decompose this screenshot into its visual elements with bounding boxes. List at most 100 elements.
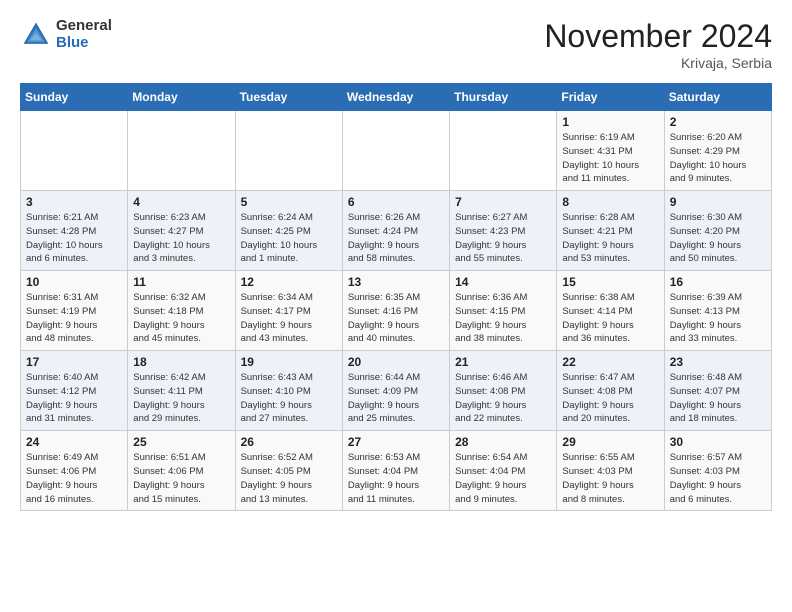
day-info-24: Sunrise: 6:49 AM Sunset: 4:06 PM Dayligh… bbox=[26, 451, 122, 506]
day-info-15: Sunrise: 6:38 AM Sunset: 4:14 PM Dayligh… bbox=[562, 291, 658, 346]
cell-w4-d6: 30 Sunrise: 6:57 AM Sunset: 4:03 PM Dayli… bbox=[664, 431, 771, 511]
cell-w4-d2: 26 Sunrise: 6:52 AM Sunset: 4:05 PM Dayli… bbox=[235, 431, 342, 511]
title-block: November 2024 Krivaja, Serbia bbox=[544, 18, 772, 71]
col-thursday: Thursday bbox=[450, 84, 557, 111]
cell-w0-d4 bbox=[450, 111, 557, 191]
day-info-9: Sunrise: 6:30 AM Sunset: 4:20 PM Dayligh… bbox=[670, 211, 766, 266]
cell-w3-d2: 19 Sunrise: 6:43 AM Sunset: 4:10 PM Dayli… bbox=[235, 351, 342, 431]
day-num-9: 9 bbox=[670, 195, 766, 209]
day-num-14: 14 bbox=[455, 275, 551, 289]
page: General Blue November 2024 Krivaja, Serb… bbox=[0, 0, 792, 521]
week-row-3: 17 Sunrise: 6:40 AM Sunset: 4:12 PM Dayli… bbox=[21, 351, 772, 431]
calendar-body: 1 Sunrise: 6:19 AM Sunset: 4:31 PM Daylig… bbox=[21, 111, 772, 511]
logo-general-text: General bbox=[56, 18, 112, 35]
day-info-18: Sunrise: 6:42 AM Sunset: 4:11 PM Dayligh… bbox=[133, 371, 229, 426]
day-info-13: Sunrise: 6:35 AM Sunset: 4:16 PM Dayligh… bbox=[348, 291, 444, 346]
cell-w4-d5: 29 Sunrise: 6:55 AM Sunset: 4:03 PM Dayli… bbox=[557, 431, 664, 511]
cell-w3-d1: 18 Sunrise: 6:42 AM Sunset: 4:11 PM Dayli… bbox=[128, 351, 235, 431]
day-num-29: 29 bbox=[562, 435, 658, 449]
day-num-28: 28 bbox=[455, 435, 551, 449]
cell-w2-d2: 12Sunrise: 6:34 AM Sunset: 4:17 PM Dayli… bbox=[235, 271, 342, 351]
day-num-24: 24 bbox=[26, 435, 122, 449]
col-monday: Monday bbox=[128, 84, 235, 111]
week-row-2: 10 Sunrise: 6:31 AM Sunset: 4:19 PM Dayli… bbox=[21, 271, 772, 351]
day-info-30: Sunrise: 6:57 AM Sunset: 4:03 PM Dayligh… bbox=[670, 451, 766, 506]
header: General Blue November 2024 Krivaja, Serb… bbox=[20, 18, 772, 71]
day-info-6: Sunrise: 6:26 AM Sunset: 4:24 PM Dayligh… bbox=[348, 211, 444, 266]
cell-w3-d4: 21 Sunrise: 6:46 AM Sunset: 4:08 PM Dayli… bbox=[450, 351, 557, 431]
cell-w3-d5: 22 Sunrise: 6:47 AM Sunset: 4:08 PM Dayli… bbox=[557, 351, 664, 431]
day-info-8: Sunrise: 6:28 AM Sunset: 4:21 PM Dayligh… bbox=[562, 211, 658, 266]
cell-w3-d6: 23 Sunrise: 6:48 AM Sunset: 4:07 PM Dayli… bbox=[664, 351, 771, 431]
day-info-16: Sunrise: 6:39 AM Sunset: 4:13 PM Dayligh… bbox=[670, 291, 766, 346]
day-num-26: 26 bbox=[241, 435, 337, 449]
day-num-21: 21 bbox=[455, 355, 551, 369]
day-info-14: Sunrise: 6:36 AM Sunset: 4:15 PM Dayligh… bbox=[455, 291, 551, 346]
logo: General Blue bbox=[20, 18, 112, 51]
logo-icon bbox=[20, 19, 52, 51]
cell-w4-d1: 25Sunrise: 6:51 AM Sunset: 4:06 PM Dayli… bbox=[128, 431, 235, 511]
cell-w3-d0: 17 Sunrise: 6:40 AM Sunset: 4:12 PM Dayli… bbox=[21, 351, 128, 431]
day-num-18: 18 bbox=[133, 355, 229, 369]
day-num-19: 19 bbox=[241, 355, 337, 369]
day-num-15: 15 bbox=[562, 275, 658, 289]
calendar-header: Sunday Monday Tuesday Wednesday Thursday… bbox=[21, 84, 772, 111]
cell-w2-d3: 13 Sunrise: 6:35 AM Sunset: 4:16 PM Dayli… bbox=[342, 271, 449, 351]
logo-blue-text: Blue bbox=[56, 35, 112, 52]
day-info-10: Sunrise: 6:31 AM Sunset: 4:19 PM Dayligh… bbox=[26, 291, 122, 346]
day-num-30: 30 bbox=[670, 435, 766, 449]
calendar-table: Sunday Monday Tuesday Wednesday Thursday… bbox=[20, 83, 772, 511]
location: Krivaja, Serbia bbox=[544, 55, 772, 71]
cell-w1-d6: 9 Sunrise: 6:30 AM Sunset: 4:20 PM Daylig… bbox=[664, 191, 771, 271]
day-info-4: Sunrise: 6:23 AM Sunset: 4:27 PM Dayligh… bbox=[133, 211, 229, 266]
col-saturday: Saturday bbox=[664, 84, 771, 111]
col-friday: Friday bbox=[557, 84, 664, 111]
day-info-11: Sunrise: 6:32 AM Sunset: 4:18 PM Dayligh… bbox=[133, 291, 229, 346]
cell-w1-d1: 4Sunrise: 6:23 AM Sunset: 4:27 PM Daylig… bbox=[128, 191, 235, 271]
day-info-21: Sunrise: 6:46 AM Sunset: 4:08 PM Dayligh… bbox=[455, 371, 551, 426]
day-num-23: 23 bbox=[670, 355, 766, 369]
day-info-26: Sunrise: 6:52 AM Sunset: 4:05 PM Dayligh… bbox=[241, 451, 337, 506]
day-num-5: 5 bbox=[241, 195, 337, 209]
day-info-29: Sunrise: 6:55 AM Sunset: 4:03 PM Dayligh… bbox=[562, 451, 658, 506]
day-info-5: Sunrise: 6:24 AM Sunset: 4:25 PM Dayligh… bbox=[241, 211, 337, 266]
day-num-13: 13 bbox=[348, 275, 444, 289]
cell-w2-d0: 10 Sunrise: 6:31 AM Sunset: 4:19 PM Dayli… bbox=[21, 271, 128, 351]
day-info-17: Sunrise: 6:40 AM Sunset: 4:12 PM Dayligh… bbox=[26, 371, 122, 426]
cell-w1-d2: 5 Sunrise: 6:24 AM Sunset: 4:25 PM Daylig… bbox=[235, 191, 342, 271]
cell-w0-d1 bbox=[128, 111, 235, 191]
cell-w1-d5: 8 Sunrise: 6:28 AM Sunset: 4:21 PM Daylig… bbox=[557, 191, 664, 271]
cell-w0-d2 bbox=[235, 111, 342, 191]
day-info-2: Sunrise: 6:20 AM Sunset: 4:29 PM Dayligh… bbox=[670, 131, 766, 186]
cell-w1-d3: 6Sunrise: 6:26 AM Sunset: 4:24 PM Daylig… bbox=[342, 191, 449, 271]
day-info-23: Sunrise: 6:48 AM Sunset: 4:07 PM Dayligh… bbox=[670, 371, 766, 426]
cell-w4-d4: 28Sunrise: 6:54 AM Sunset: 4:04 PM Dayli… bbox=[450, 431, 557, 511]
day-info-27: Sunrise: 6:53 AM Sunset: 4:04 PM Dayligh… bbox=[348, 451, 444, 506]
day-info-1: Sunrise: 6:19 AM Sunset: 4:31 PM Dayligh… bbox=[562, 131, 658, 186]
day-num-1: 1 bbox=[562, 115, 658, 129]
logo-text: General Blue bbox=[56, 18, 112, 51]
day-num-22: 22 bbox=[562, 355, 658, 369]
day-num-11: 11 bbox=[133, 275, 229, 289]
day-num-8: 8 bbox=[562, 195, 658, 209]
cell-w4-d3: 27 Sunrise: 6:53 AM Sunset: 4:04 PM Dayli… bbox=[342, 431, 449, 511]
week-row-0: 1 Sunrise: 6:19 AM Sunset: 4:31 PM Daylig… bbox=[21, 111, 772, 191]
day-info-22: Sunrise: 6:47 AM Sunset: 4:08 PM Dayligh… bbox=[562, 371, 658, 426]
day-info-19: Sunrise: 6:43 AM Sunset: 4:10 PM Dayligh… bbox=[241, 371, 337, 426]
day-num-10: 10 bbox=[26, 275, 122, 289]
cell-w2-d6: 16Sunrise: 6:39 AM Sunset: 4:13 PM Dayli… bbox=[664, 271, 771, 351]
cell-w2-d4: 14 Sunrise: 6:36 AM Sunset: 4:15 PM Dayli… bbox=[450, 271, 557, 351]
day-info-3: Sunrise: 6:21 AM Sunset: 4:28 PM Dayligh… bbox=[26, 211, 122, 266]
day-info-7: Sunrise: 6:27 AM Sunset: 4:23 PM Dayligh… bbox=[455, 211, 551, 266]
cell-w0-d6: 2Sunrise: 6:20 AM Sunset: 4:29 PM Daylig… bbox=[664, 111, 771, 191]
cell-w2-d5: 15 Sunrise: 6:38 AM Sunset: 4:14 PM Dayli… bbox=[557, 271, 664, 351]
cell-w1-d0: 3 Sunrise: 6:21 AM Sunset: 4:28 PM Daylig… bbox=[21, 191, 128, 271]
cell-w1-d4: 7 Sunrise: 6:27 AM Sunset: 4:23 PM Daylig… bbox=[450, 191, 557, 271]
day-info-20: Sunrise: 6:44 AM Sunset: 4:09 PM Dayligh… bbox=[348, 371, 444, 426]
day-num-17: 17 bbox=[26, 355, 122, 369]
day-num-7: 7 bbox=[455, 195, 551, 209]
cell-w0-d5: 1 Sunrise: 6:19 AM Sunset: 4:31 PM Daylig… bbox=[557, 111, 664, 191]
day-num-27: 27 bbox=[348, 435, 444, 449]
day-num-3: 3 bbox=[26, 195, 122, 209]
col-sunday: Sunday bbox=[21, 84, 128, 111]
